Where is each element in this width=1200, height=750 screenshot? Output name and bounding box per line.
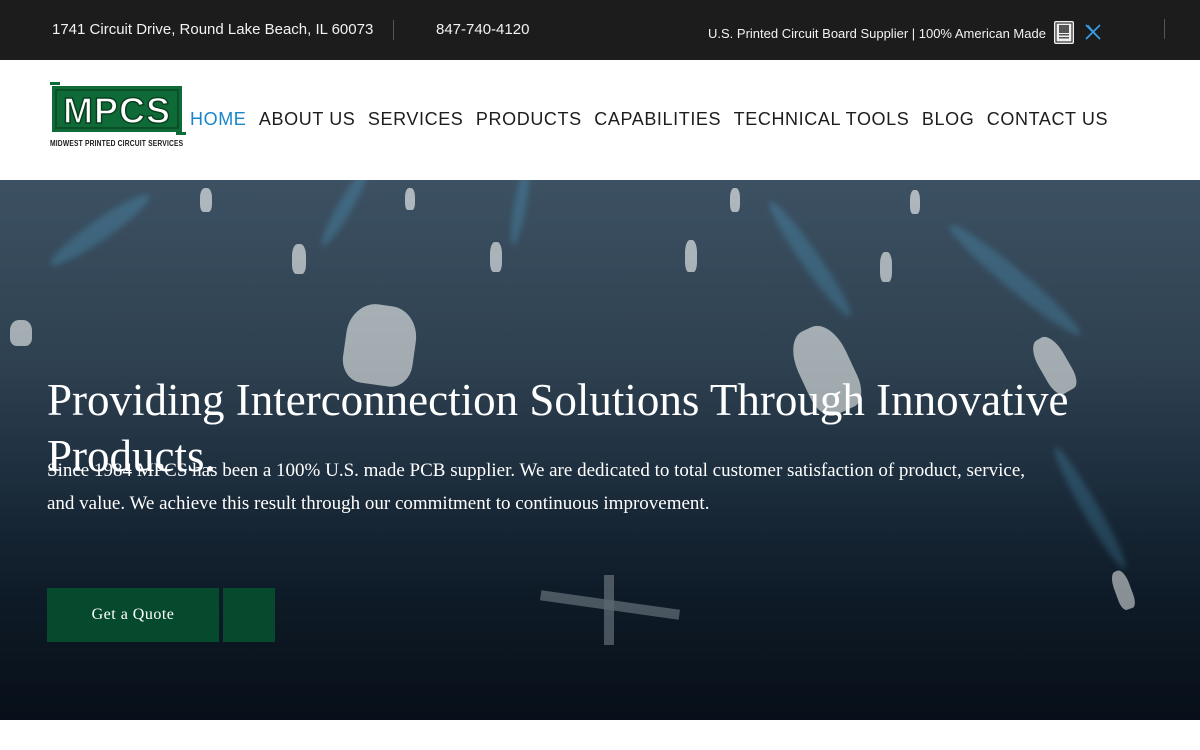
logo-subtitle: MIDWEST PRINTED CIRCUIT SERVICES: [50, 139, 184, 148]
hero-description: Since 1984 MPCS has been a 100% U.S. mad…: [47, 460, 1025, 514]
x-twitter-icon[interactable]: [1085, 24, 1101, 40]
secondary-button[interactable]: [223, 588, 275, 642]
nav-item-contact-us[interactable]: CONTACT US: [987, 109, 1108, 130]
american-made-badge-icon: [1054, 21, 1074, 44]
hero-banner: Providing Interconnection Solutions Thro…: [0, 180, 1200, 720]
tagline-text: U.S. Printed Circuit Board Supplier | 10…: [708, 26, 1046, 41]
nav-item-blog[interactable]: BLOG: [922, 109, 974, 130]
mpcs-logo[interactable]: MPCS MIDWEST PRINTED CIRCUIT SERVICES: [50, 82, 186, 152]
nav-item-capabilities[interactable]: CAPABILITIES: [594, 109, 721, 130]
svg-text:MPCS: MPCS: [63, 90, 171, 131]
address-text: 1741 Circuit Drive, Round Lake Beach, IL…: [52, 21, 374, 38]
nav-item-home[interactable]: HOME: [190, 109, 246, 130]
nav-item-about-us[interactable]: ABOUT US: [259, 109, 356, 130]
site-header: MPCS MIDWEST PRINTED CIRCUIT SERVICES HO…: [0, 60, 1200, 180]
phone-link[interactable]: 847-740-4120: [436, 21, 529, 38]
get-a-quote-button[interactable]: Get a Quote: [47, 588, 219, 642]
nav-item-services[interactable]: SERVICES: [368, 109, 464, 130]
nav-item-products[interactable]: PRODUCTS: [476, 109, 582, 130]
nav-item-technical-tools[interactable]: TECHNICAL TOOLS: [734, 109, 910, 130]
divider: [1164, 19, 1165, 39]
divider: [393, 20, 394, 40]
top-utility-bar: 1741 Circuit Drive, Round Lake Beach, IL…: [0, 0, 1200, 60]
main-nav: HOME ABOUT US SERVICES PRODUCTS CAPABILI…: [190, 109, 1121, 130]
